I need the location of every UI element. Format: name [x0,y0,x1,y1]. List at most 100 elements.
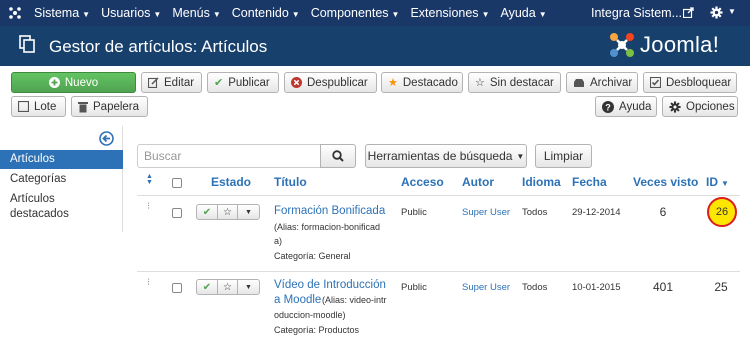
feature-button[interactable]: ★ Destacado [381,72,463,93]
author-link[interactable]: Super User [462,282,510,293]
plus-circle-icon [48,77,60,88]
batch-button[interactable]: Lote [11,96,66,117]
col-autor[interactable]: Autor [462,175,494,189]
search-icon [332,150,344,162]
caret-down-icon: ▼ [516,151,525,161]
sidebar-item-categorias[interactable]: Categorías [0,172,123,187]
menu-menus[interactable]: Menús ▼ [172,6,220,20]
trash-icon [78,101,88,113]
col-acceso[interactable]: Acceso [401,175,444,189]
row-actions-caret-icon[interactable]: ▼ [238,280,259,294]
menu-extensiones[interactable]: Extensiones ▼ [410,6,489,20]
ordering-sort-icon[interactable]: ▲ ▼ [146,173,153,186]
external-link-icon[interactable] [683,7,694,18]
col-estado[interactable]: Estado [211,175,251,189]
sidebar: Artículos Categorías Artículos destacado… [0,126,123,232]
language-cell: Todos [522,282,548,293]
hits-cell: 6 [659,205,667,219]
access-cell: Public [401,207,427,218]
joomla-logo-icon[interactable] [8,6,22,20]
col-titulo[interactable]: Título [274,175,307,189]
question-circle-icon: ? [602,100,614,113]
chevron-down-icon: ▼ [153,10,162,19]
star-outline-icon: ☆ [475,77,485,89]
joomla-logo-icon [610,33,634,57]
edit-button[interactable]: Editar [141,72,202,93]
id-cell: 25 [714,280,728,294]
article-category: Categoría: Productos [274,325,360,335]
drag-handle-icon[interactable]: ⁝ [147,278,150,288]
help-button[interactable]: ? Ayuda [595,96,657,117]
edit-icon [148,77,159,88]
search-tools-button[interactable]: Herramientas de búsqueda ▼ [365,144,527,168]
article-alias: (Alias: formacion-bonificad a) [274,222,381,246]
page-title: Gestor de artículos: Artículos [49,37,268,56]
clear-button[interactable]: Limpiar [535,144,592,168]
row-checkbox[interactable] [172,208,182,218]
sidebar-item-articulos[interactable]: Artículos [0,150,123,169]
row-checkbox[interactable] [172,283,182,293]
drag-handle-icon[interactable]: ⁝ [147,202,150,212]
hits-cell: 401 [652,280,674,294]
date-cell: 10-01-2015 [572,282,621,293]
gear-icon [669,100,681,113]
id-cell: 26 [715,206,729,218]
unpublish-circle-x-icon [291,77,302,88]
chevron-down-icon: ▼ [481,10,490,19]
published-check-icon[interactable]: ✔ [197,280,218,294]
checkbox-icon [18,101,29,112]
publish-button[interactable]: ✔ Publicar [207,72,279,93]
col-idioma[interactable]: Idioma [522,175,561,189]
row-divider [137,271,740,272]
access-cell: Public [401,282,427,293]
featured-star-toggle-icon[interactable]: ☆ [218,205,238,219]
trash-button[interactable]: Papelera [71,96,148,117]
chevron-down-icon: ▼ [538,10,547,19]
status-button-group: ✔ ☆ ▼ [196,204,260,220]
status-button-group: ✔ ☆ ▼ [196,279,260,295]
id-highlight-marker: 26 [707,197,737,227]
options-button[interactable]: Opciones [662,96,738,117]
col-veces-visto[interactable]: Veces visto [633,175,698,189]
menu-usuarios[interactable]: Usuarios ▼ [101,6,161,20]
joomla-brand-text: Joomla! [640,32,720,57]
archive-icon [573,78,585,88]
checkbox-checked-icon [650,77,661,88]
unfeature-button[interactable]: ☆ Sin destacar [468,72,561,93]
checkin-button[interactable]: Desbloquear [643,72,737,93]
menu-sistema[interactable]: Sistema ▼ [34,6,90,20]
chevron-down-icon: ▼ [82,10,91,19]
page-header: Gestor de artículos: Artículos Joomla! [0,26,750,66]
star-filled-icon: ★ [388,77,398,89]
featured-star-toggle-icon[interactable]: ☆ [218,280,238,294]
archive-button[interactable]: Archivar [566,72,638,93]
article-title-link[interactable]: Formación Bonificada [274,204,394,219]
sidebar-item-articulos-destacados[interactable]: Artículos destacados [0,192,80,222]
articles-copy-icon [19,35,35,53]
col-fecha[interactable]: Fecha [572,175,607,189]
chevron-down-icon[interactable]: ▼ [728,7,736,16]
published-check-icon[interactable]: ✔ [197,205,218,219]
language-cell: Todos [522,207,548,218]
svg-text:?: ? [605,102,611,112]
date-cell: 29-12-2014 [572,207,621,218]
chevron-down-icon: ▼ [391,10,400,19]
new-button[interactable]: Nuevo [11,72,136,93]
row-actions-caret-icon[interactable]: ▼ [238,205,259,219]
joomla-brand-logo: Joomla! [608,31,719,59]
search-button[interactable] [320,144,356,168]
col-id[interactable]: ID ▼ [706,175,729,189]
select-all-checkbox[interactable] [172,178,182,188]
article-alias-continued: oduccion-moodle) [274,310,346,320]
menu-componentes[interactable]: Componentes ▼ [311,6,400,20]
sidebar-toggle-arrow-icon[interactable] [99,131,114,146]
unpublish-button[interactable]: Despublicar [284,72,377,93]
menu-ayuda[interactable]: Ayuda ▼ [500,6,546,20]
site-name-link[interactable]: Integra Sistem... [591,6,682,20]
header-divider [137,195,740,196]
author-link[interactable]: Super User [462,207,510,218]
search-input[interactable] [137,144,321,168]
sort-desc-icon: ▼ [721,179,729,188]
gear-icon[interactable] [710,6,723,19]
menu-contenido[interactable]: Contenido ▼ [232,6,300,20]
